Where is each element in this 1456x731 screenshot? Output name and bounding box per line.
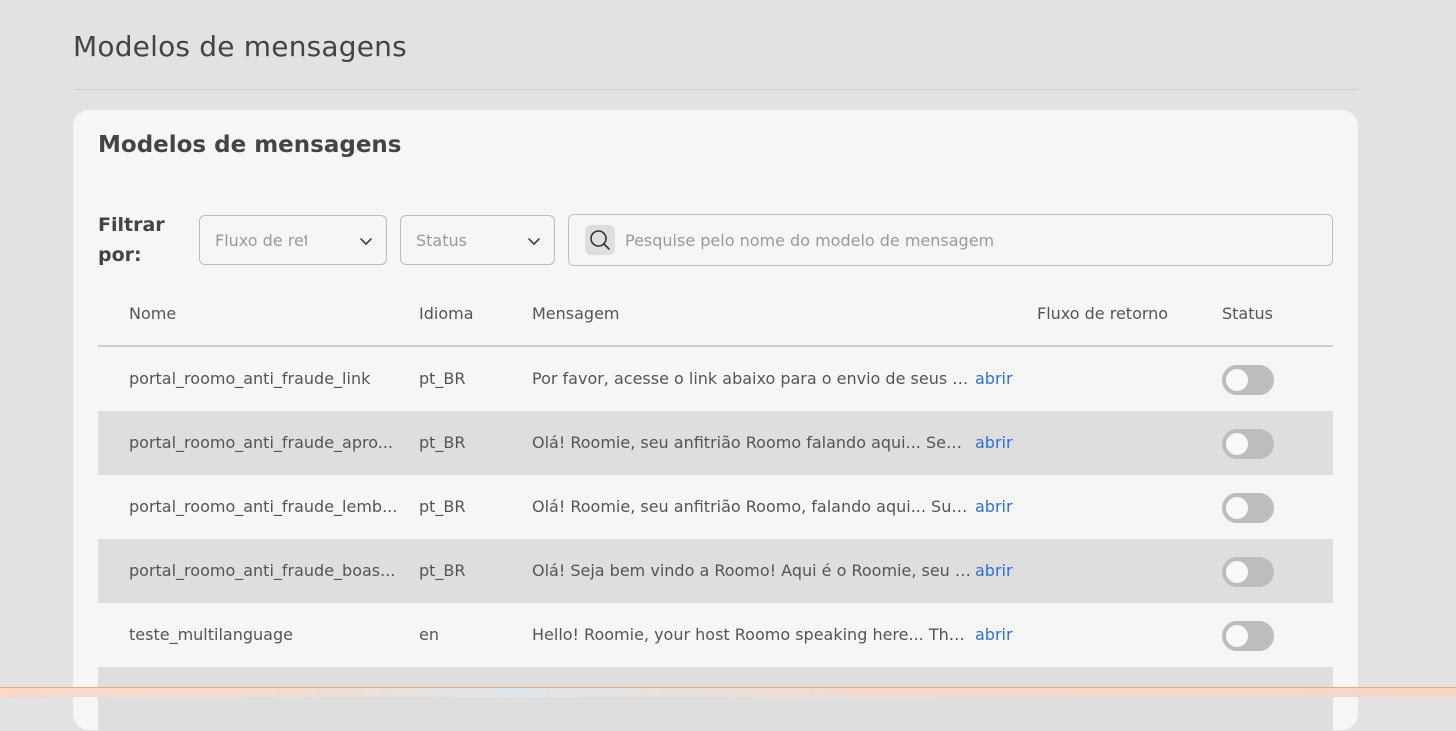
template-language: en (419, 625, 439, 644)
column-header-flow[interactable]: Fluxo de retorno (1037, 304, 1168, 323)
toggle-knob (1226, 561, 1248, 583)
flow-filter-select[interactable]: Fluxo de ret (199, 215, 387, 265)
toggle-knob (1226, 497, 1248, 519)
template-name: portal_roomo_anti_fraude_link (129, 369, 371, 388)
template-name: portal_roomo_anti_fraude_lemb... (129, 497, 398, 516)
chevron-down-icon (528, 238, 540, 245)
template-message: Hello! Roomie, your host Roomo speaking … (532, 625, 972, 644)
table-row: portal_roomo_anti_fraude_apro... pt_BR O… (98, 411, 1333, 475)
template-message: Por favor, acesse o link abaixo para o e… (532, 369, 972, 388)
table-row: teste_multilanguage en Hello! Roomie, yo… (98, 603, 1333, 667)
open-message-link[interactable]: abrir (975, 625, 1013, 644)
template-language: pt_BR (419, 369, 466, 388)
table-row-partial (98, 667, 1333, 731)
toggle-knob (1226, 625, 1248, 647)
toggle-knob (1226, 433, 1248, 455)
search-input[interactable] (625, 230, 1305, 250)
status-toggle[interactable] (1222, 557, 1274, 587)
status-toggle[interactable] (1222, 429, 1274, 459)
status-filter-select[interactable]: Status (400, 215, 555, 265)
toggle-knob (1226, 369, 1248, 391)
table-header: Nome Idioma Mensagem Fluxo de retorno St… (98, 280, 1333, 347)
open-message-link[interactable]: abrir (975, 369, 1013, 388)
template-name: portal_roomo_anti_fraude_apro... (129, 433, 393, 452)
card-title: Modelos de mensagens (98, 132, 402, 158)
template-message: Olá! Roomie, seu anfitrião Roomo, faland… (532, 497, 972, 516)
title-divider (73, 89, 1358, 90)
column-header-name[interactable]: Nome (129, 304, 176, 323)
column-header-message[interactable]: Mensagem (532, 304, 620, 323)
table-row: portal_roomo_anti_fraude_boas... pt_BR O… (98, 539, 1333, 603)
template-language: pt_BR (419, 433, 466, 452)
status-toggle[interactable] (1222, 621, 1274, 651)
template-name: teste_multilanguage (129, 625, 293, 644)
template-language: pt_BR (419, 497, 466, 516)
open-message-link[interactable]: abrir (975, 433, 1013, 452)
table-row: portal_roomo_anti_fraude_link pt_BR Por … (98, 347, 1333, 411)
open-message-link[interactable]: abrir (975, 497, 1013, 516)
column-header-language[interactable]: Idioma (419, 304, 474, 323)
column-header-status[interactable]: Status (1222, 304, 1273, 323)
flow-filter-value: Fluxo de ret (215, 230, 307, 250)
open-message-link[interactable]: abrir (975, 561, 1013, 580)
template-message: Olá! Roomie, seu anfitrião Roomo falando… (532, 433, 972, 452)
templates-card: Modelos de mensagens Filtrar por: Fluxo … (73, 110, 1358, 731)
status-toggle[interactable] (1222, 365, 1274, 395)
page-title: Modelos de mensagens (73, 30, 407, 63)
status-toggle[interactable] (1222, 493, 1274, 523)
chevron-down-icon (360, 238, 372, 245)
templates-table: Nome Idioma Mensagem Fluxo de retorno St… (98, 280, 1333, 731)
bottom-overlay-strip (0, 687, 1456, 697)
search-box[interactable] (568, 214, 1333, 266)
template-language: pt_BR (419, 561, 466, 580)
template-message: Olá! Seja bem vindo a Roomo! Aqui é o Ro… (532, 561, 972, 580)
table-row: portal_roomo_anti_fraude_lemb... pt_BR O… (98, 475, 1333, 539)
search-icon[interactable] (585, 225, 615, 255)
filter-label: Filtrar por: (98, 214, 165, 266)
status-filter-value: Status (416, 230, 467, 250)
template-name: portal_roomo_anti_fraude_boas... (129, 561, 396, 580)
